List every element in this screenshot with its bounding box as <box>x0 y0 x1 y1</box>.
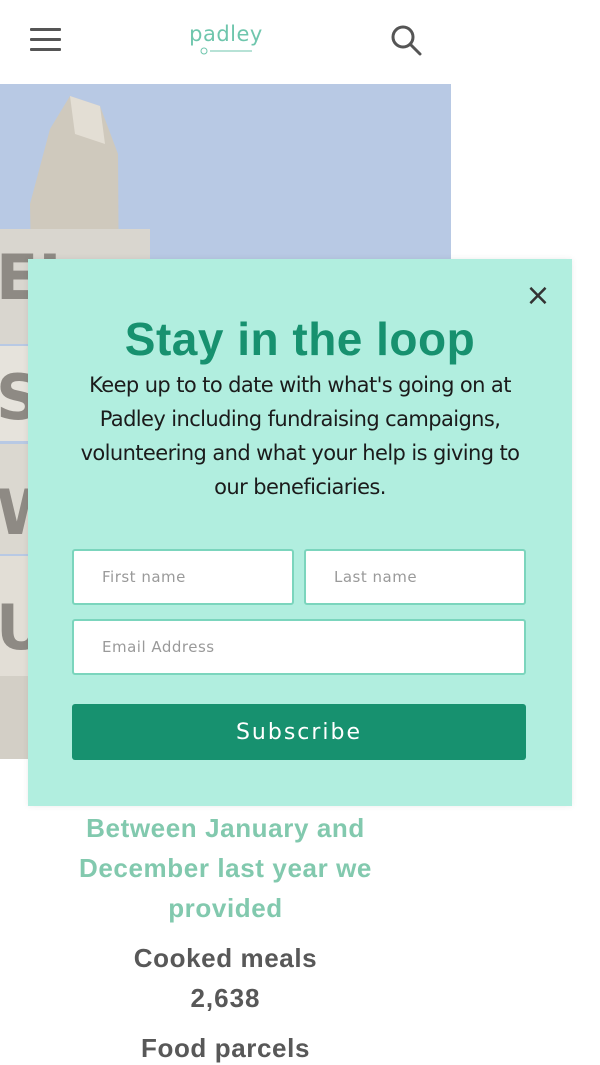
first-name-input[interactable] <box>72 549 294 605</box>
stat-food-parcels: Food parcels <box>0 1028 451 1065</box>
logo-tagline-mark <box>200 47 252 55</box>
site-header: padley <box>0 0 450 84</box>
logo-text: padley <box>189 22 263 46</box>
popup-description: Keep up to to date with what's going on … <box>80 373 520 499</box>
stat-label: Cooked meals <box>133 943 318 973</box>
hamburger-line <box>30 28 61 31</box>
subscribe-button[interactable]: Subscribe <box>72 704 526 760</box>
last-name-input[interactable] <box>304 549 526 605</box>
popup-title: Stay in the loop <box>124 313 476 365</box>
hamburger-line <box>30 38 61 41</box>
hamburger-menu-icon[interactable] <box>30 28 61 52</box>
stat-value: 2,638 <box>190 983 261 1013</box>
hamburger-line <box>30 48 61 51</box>
stats-section: Between January and December last year w… <box>0 806 451 1065</box>
stat-label: Food parcels <box>140 1033 310 1063</box>
stat-cooked-meals: Cooked meals 2,638 <box>0 938 451 1018</box>
close-icon[interactable]: × <box>524 281 552 311</box>
site-logo[interactable]: padley <box>186 22 266 58</box>
email-input[interactable] <box>72 619 526 675</box>
stats-heading: Between January and December last year w… <box>79 813 372 923</box>
search-icon[interactable] <box>390 24 422 56</box>
